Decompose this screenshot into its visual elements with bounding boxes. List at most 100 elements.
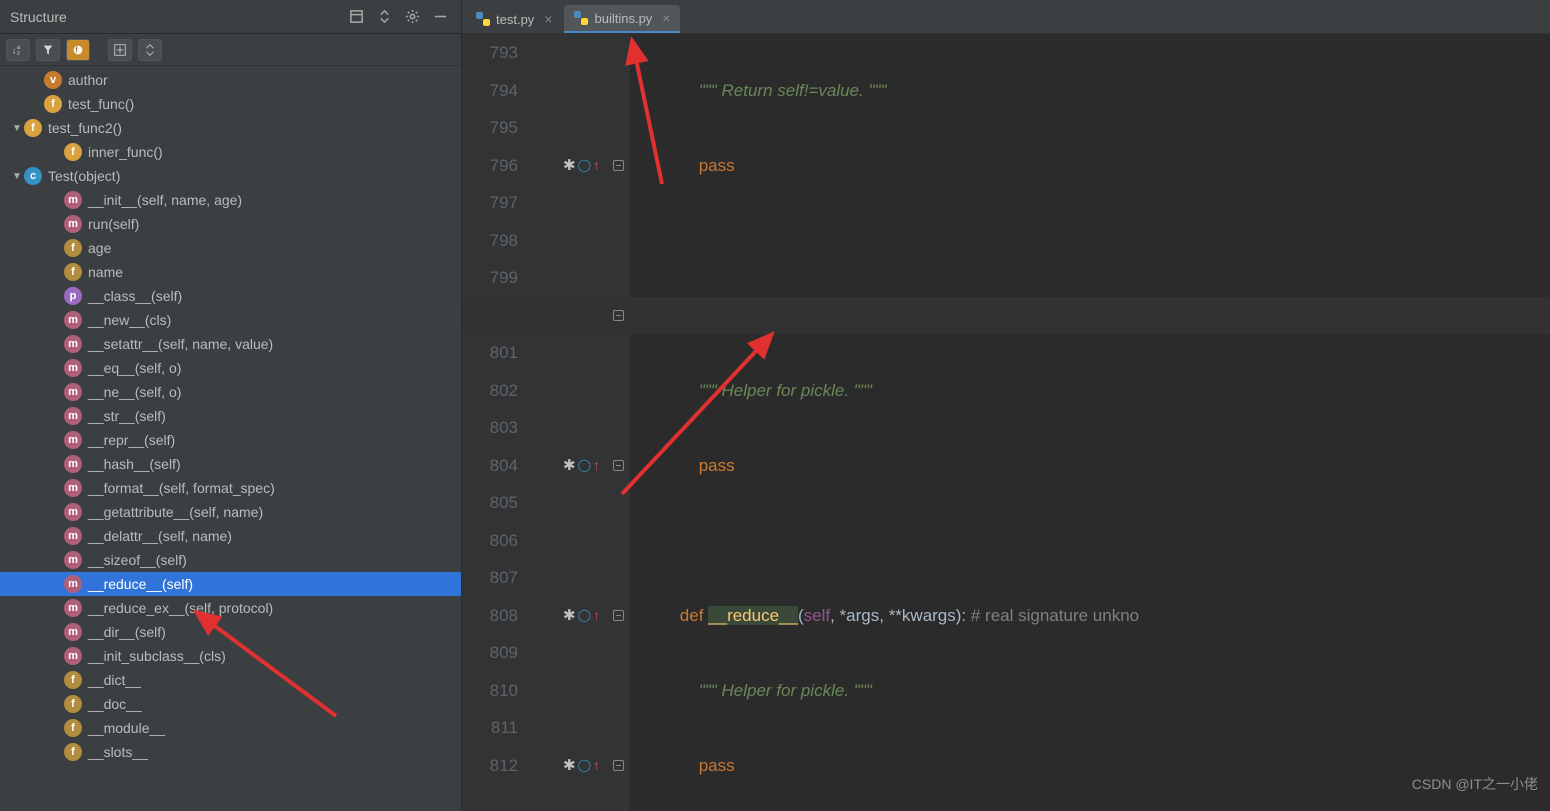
tree-item[interactable]: p__class__(self) <box>0 284 461 308</box>
scroll-icon[interactable] <box>373 6 395 28</box>
tree-item[interactable]: f__slots__ <box>0 740 461 764</box>
tree-item[interactable]: m__setattr__(self, name, value) <box>0 332 461 356</box>
fold-toggle[interactable] <box>606 334 630 372</box>
fold-toggle[interactable] <box>606 259 630 297</box>
gutter-mark: ✱◯↑ <box>534 297 606 335</box>
tree-item[interactable]: m__eq__(self, o) <box>0 356 461 380</box>
chevron-down-icon[interactable]: ▼ <box>10 171 24 182</box>
gear-icon[interactable] <box>401 6 423 28</box>
fold-toggle[interactable] <box>606 372 630 410</box>
c-icon: c <box>24 167 42 185</box>
tree-item[interactable]: m __dir__(self) <box>0 620 461 644</box>
tree-item[interactable]: m__delattr__(self, name) <box>0 524 461 548</box>
tree-item[interactable]: m__new__(cls) <box>0 308 461 332</box>
tree-item-label: name <box>88 264 123 280</box>
fd-icon: f <box>64 263 82 281</box>
m-icon: m <box>64 431 82 449</box>
tree-item[interactable]: mrun(self) <box>0 212 461 236</box>
hide-icon[interactable] <box>429 6 451 28</box>
code-content[interactable]: """ Return self!=value. """ pass def __r… <box>630 34 1550 811</box>
tree-item-label: __init_subclass__(cls) <box>88 648 226 664</box>
tree-item-label: Test(object) <box>48 168 120 184</box>
line-number: 793 <box>462 34 518 72</box>
tree-item[interactable]: m__hash__(self) <box>0 452 461 476</box>
tree-item[interactable]: m__getattribute__(self, name) <box>0 500 461 524</box>
tree-item[interactable]: m__ne__(self, o) <box>0 380 461 404</box>
fold-toggle[interactable] <box>606 559 630 597</box>
tree-item[interactable]: ▼c Test(object) <box>0 164 461 188</box>
fold-toggle[interactable] <box>606 709 630 747</box>
fold-toggle[interactable] <box>606 147 630 185</box>
tree-item[interactable]: m __format__(self, format_spec) <box>0 476 461 500</box>
chevron-down-icon[interactable]: ▼ <box>10 123 24 134</box>
expand-icon[interactable] <box>108 39 132 61</box>
tree-item[interactable]: m__repr__(self) <box>0 428 461 452</box>
fold-toggle[interactable] <box>606 447 630 485</box>
code-area[interactable]: 7937947957967977987998008018028038048058… <box>462 34 1550 811</box>
gutter-mark <box>534 184 606 222</box>
fold-toggle[interactable] <box>606 184 630 222</box>
sort-az-icon[interactable]: ↓az <box>6 39 30 61</box>
m-icon: m <box>64 359 82 377</box>
fold-toggle[interactable] <box>606 634 630 672</box>
fold-toggle[interactable] <box>606 484 630 522</box>
tree-item[interactable]: f__dict__ <box>0 668 461 692</box>
tree-item-label: author <box>68 72 108 88</box>
tree-item[interactable]: ftest_func() <box>0 92 461 116</box>
m-icon: m <box>64 383 82 401</box>
fold-toggle[interactable] <box>606 747 630 785</box>
line-number: 812 <box>462 747 518 785</box>
tree-item[interactable]: m__init__(self, name, age) <box>0 188 461 212</box>
tree-item-label: __class__(self) <box>88 288 182 304</box>
m-icon: m <box>64 479 82 497</box>
tree-item-label: __dir__(self) <box>88 624 166 640</box>
fold-toggle[interactable] <box>606 34 630 72</box>
line-number: 801 <box>462 334 518 372</box>
close-icon[interactable]: × <box>544 11 552 27</box>
tree-item[interactable]: finner_func() <box>0 140 461 164</box>
line-number: 800 <box>462 297 518 335</box>
fold-toggle[interactable] <box>606 72 630 110</box>
gutter-mark <box>534 372 606 410</box>
line-gutter: 7937947957967977987998008018028038048058… <box>462 34 534 811</box>
tree-item[interactable]: m__init_subclass__(cls) <box>0 644 461 668</box>
m-icon: m <box>64 623 82 641</box>
tab-label: builtins.py <box>594 11 652 26</box>
tree-item[interactable]: m__str__(self) <box>0 404 461 428</box>
gutter-mark <box>534 522 606 560</box>
tree-item[interactable]: f__module__ <box>0 716 461 740</box>
tree-item[interactable]: m__reduce_ex__(self, protocol) <box>0 596 461 620</box>
fold-toggle[interactable] <box>606 109 630 147</box>
fold-toggle[interactable] <box>606 522 630 560</box>
fold-toggle[interactable] <box>606 297 630 335</box>
line-number: 804 <box>462 447 518 485</box>
tree-item-label: test_func2() <box>48 120 122 136</box>
fold-toggle[interactable] <box>606 409 630 447</box>
structure-tree[interactable]: vauthorftest_func()▼ftest_func2()finner_… <box>0 66 461 811</box>
line-number: 805 <box>462 484 518 522</box>
tree-item[interactable]: m__reduce__(self) <box>0 572 461 596</box>
tree-item-label: __delattr__(self, name) <box>88 528 232 544</box>
tree-item[interactable]: vauthor <box>0 68 461 92</box>
line-number: 796 <box>462 147 518 185</box>
gutter-mark <box>534 109 606 147</box>
tree-item[interactable]: m__sizeof__(self) <box>0 548 461 572</box>
fold-toggle[interactable] <box>606 222 630 260</box>
f-icon: f <box>44 95 62 113</box>
autoscroll-icon[interactable] <box>138 39 162 61</box>
tree-item-label: __format__(self, format_spec) <box>88 480 275 496</box>
filter-icon[interactable] <box>36 39 60 61</box>
tree-item[interactable]: fname <box>0 260 461 284</box>
fold-gutter[interactable] <box>606 34 630 811</box>
fields-icon[interactable]: f <box>66 39 90 61</box>
fold-toggle[interactable] <box>606 597 630 635</box>
tree-item[interactable]: ▼ftest_func2() <box>0 116 461 140</box>
close-icon[interactable]: × <box>662 10 670 26</box>
collapse-icon[interactable] <box>345 6 367 28</box>
editor-tab[interactable]: test.py× <box>466 5 562 33</box>
tree-item[interactable]: f__doc__ <box>0 692 461 716</box>
editor-tab[interactable]: builtins.py × <box>564 5 680 33</box>
editor-tabs: test.py× builtins.py × <box>462 0 1550 34</box>
fold-toggle[interactable] <box>606 672 630 710</box>
tree-item[interactable]: fage <box>0 236 461 260</box>
